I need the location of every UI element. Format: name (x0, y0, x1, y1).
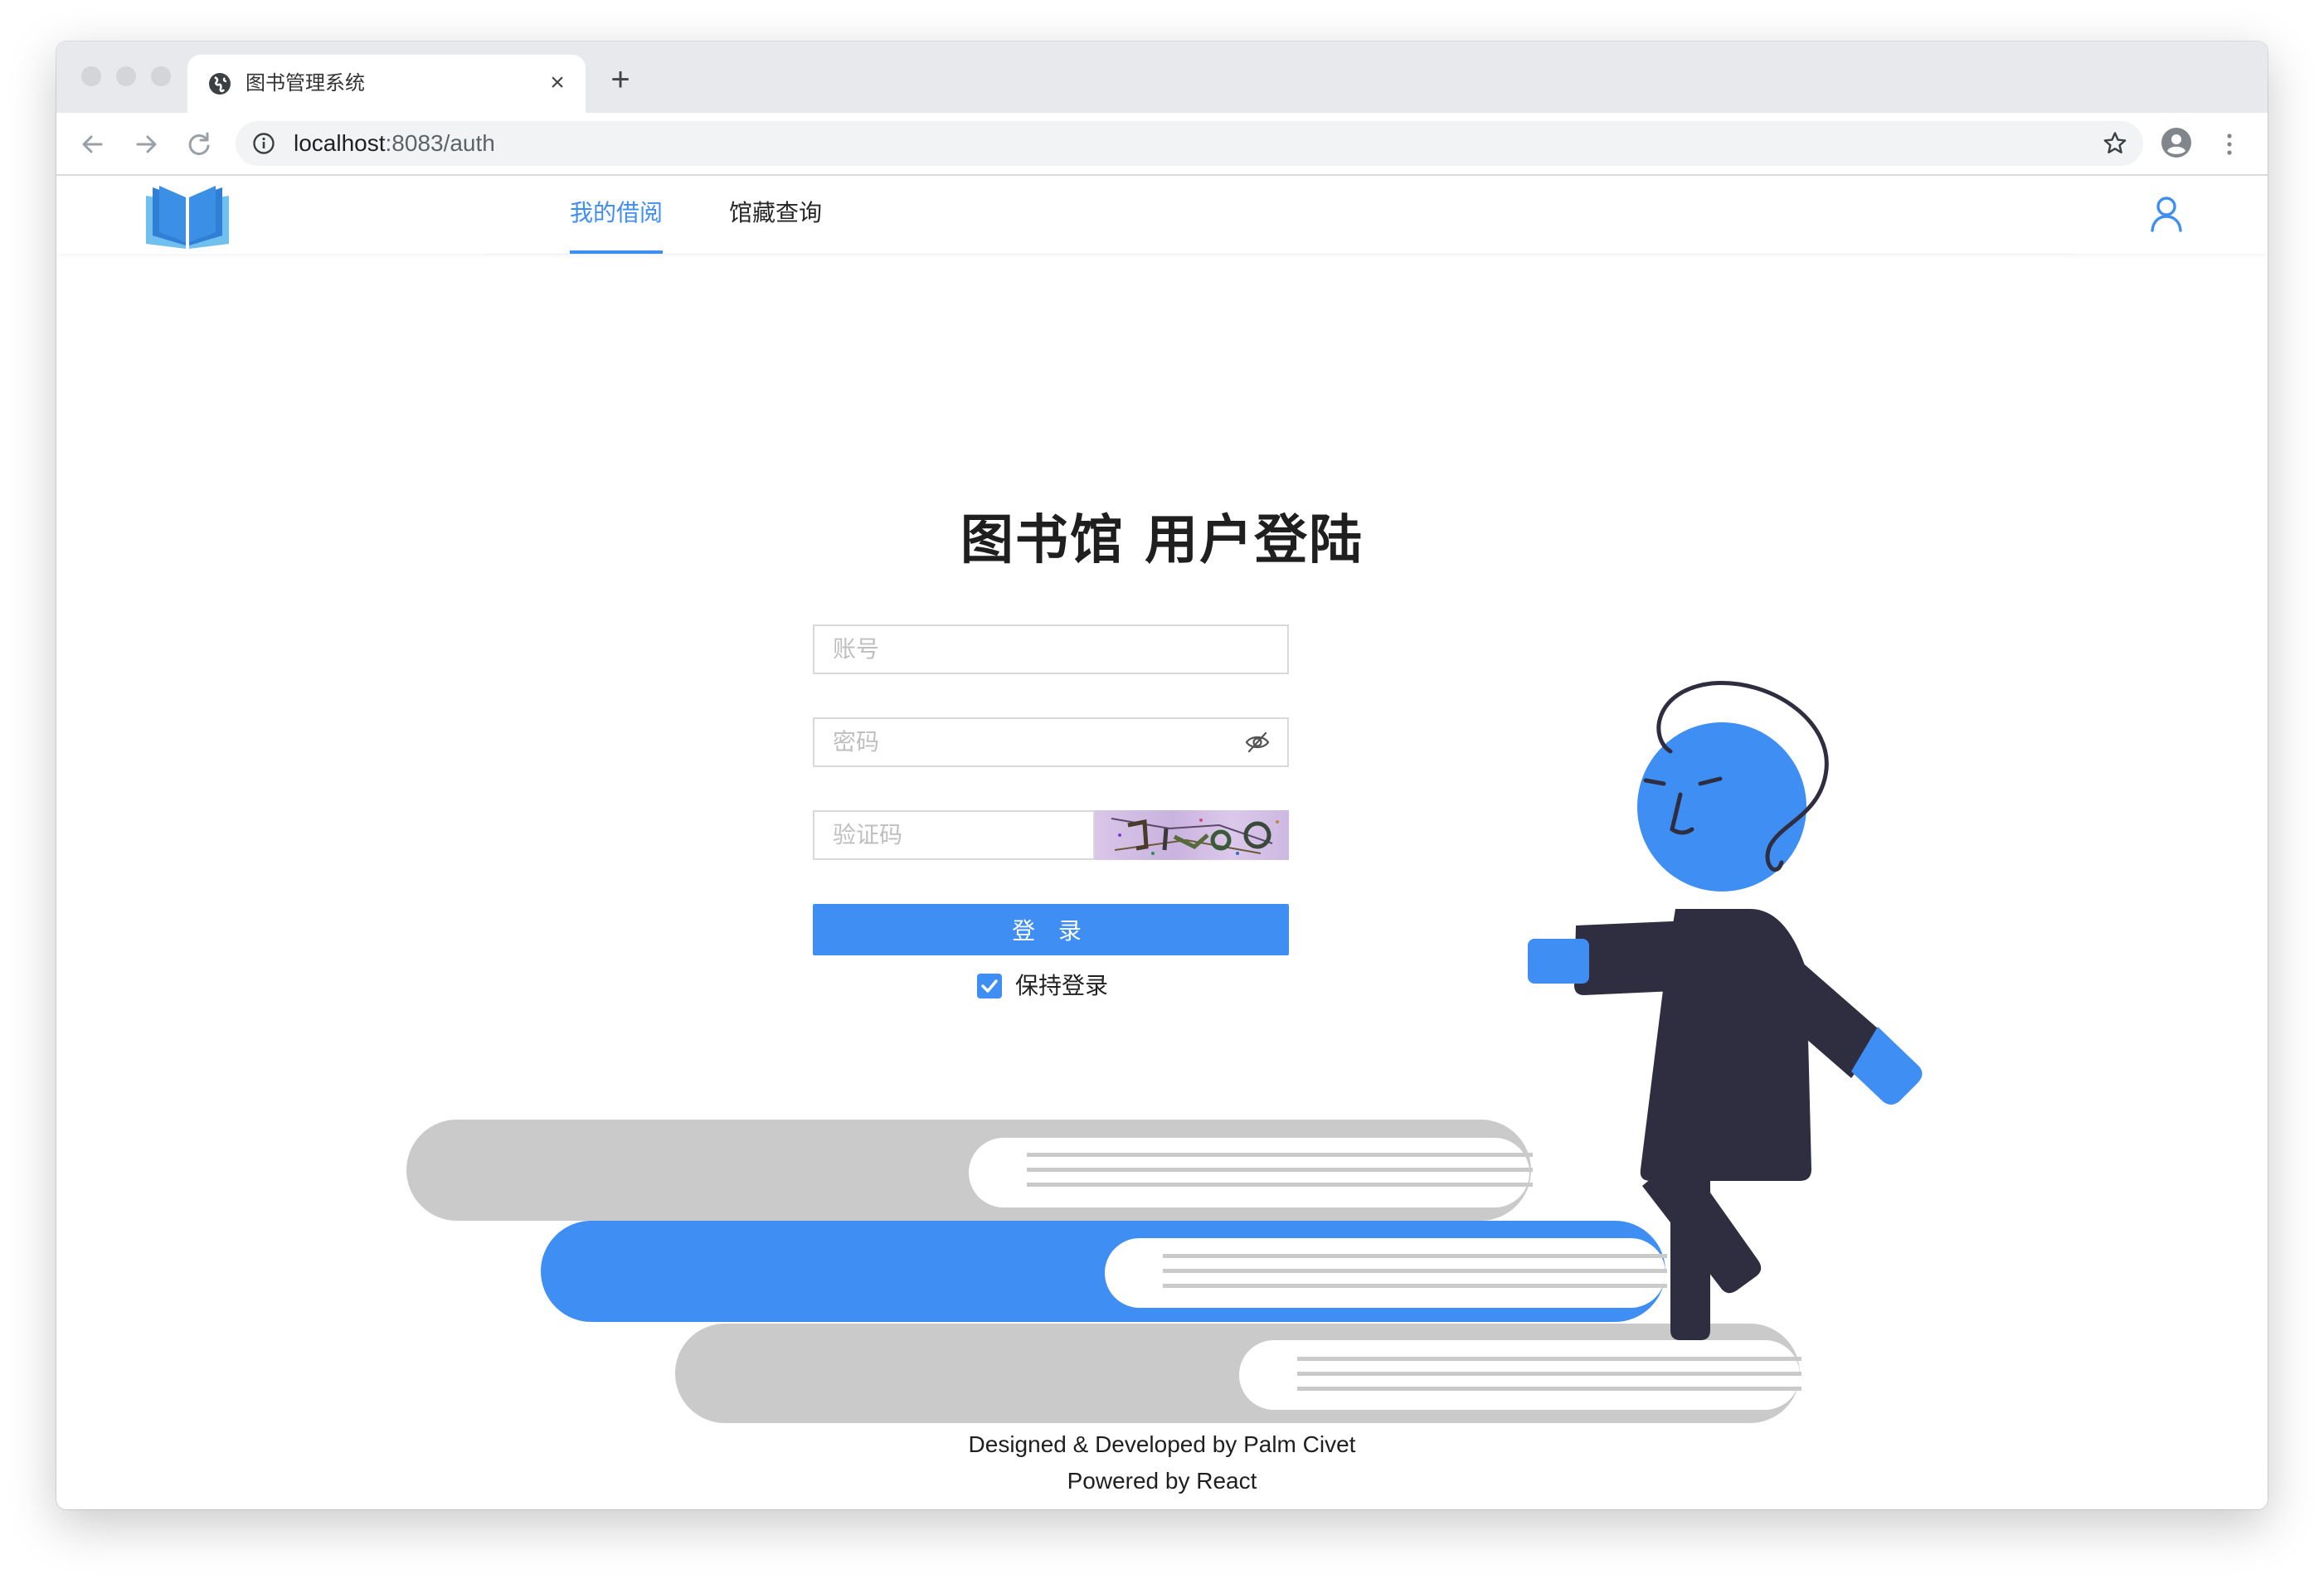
account-field[interactable] (813, 624, 1289, 674)
book-middle (541, 1221, 1667, 1322)
books-and-person-illustration (406, 681, 1923, 1423)
account-input[interactable] (814, 626, 1287, 673)
eye-invisible-icon[interactable] (1244, 731, 1271, 754)
password-input[interactable] (814, 719, 1287, 765)
captcha-input[interactable] (814, 812, 1093, 858)
login-button[interactable]: 登 录 (813, 904, 1289, 955)
book-top (406, 1120, 1533, 1221)
captcha-field[interactable] (813, 810, 1095, 860)
remember-label: 保持登录 (1015, 973, 1109, 998)
remember-checkbox[interactable] (977, 974, 1002, 998)
checkmark-icon (981, 979, 998, 993)
footer-powered-by: Powered by React (1067, 1468, 1257, 1494)
password-field[interactable] (813, 717, 1289, 767)
book-bottom (675, 1324, 1801, 1423)
browser-window: 图书管理系统 × + localhost:8083/auth 我的借阅 馆藏查询… (56, 41, 2268, 1509)
captcha-noise-icon (1111, 818, 1279, 855)
captcha-image[interactable] (1095, 810, 1289, 860)
login-title: 图书馆 用户登陆 (960, 509, 1364, 571)
footer-credit: Designed & Developed by Palm Civet (968, 1431, 1356, 1457)
